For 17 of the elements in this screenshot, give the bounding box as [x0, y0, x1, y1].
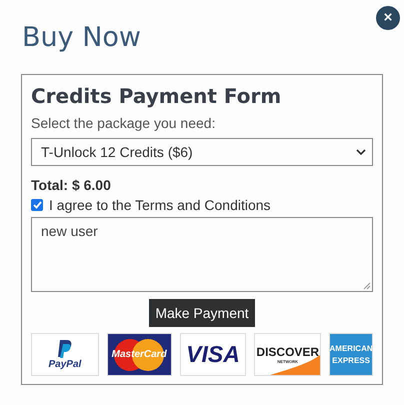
total-amount: Total: $ 6.00: [31, 177, 112, 193]
make-payment-button[interactable]: Make Payment: [149, 299, 255, 327]
card-logo: AMERICAN EXPRESS: [329, 333, 373, 376]
agree-checkbox[interactable]: [31, 199, 43, 211]
paypal-mark-icon: [56, 340, 73, 360]
note-field[interactable]: new user: [31, 217, 373, 292]
close-button[interactable]: ×: [376, 6, 400, 30]
dialog-title: Buy Now: [22, 21, 142, 55]
form-heading: Credits Payment Form: [31, 83, 282, 110]
package-label: Select the package you need:: [31, 115, 216, 131]
card-logo: VISA: [180, 333, 246, 376]
resize-grip-icon: [363, 282, 371, 290]
swoosh-icon: [270, 355, 320, 375]
agree-label: I agree to the Terms and Conditions: [49, 197, 271, 213]
card-logo: PayPal: [31, 333, 99, 376]
package-select[interactable]: T-Unlock 12 Credits ($6): [31, 138, 373, 166]
chevron-down-icon: [356, 149, 366, 155]
